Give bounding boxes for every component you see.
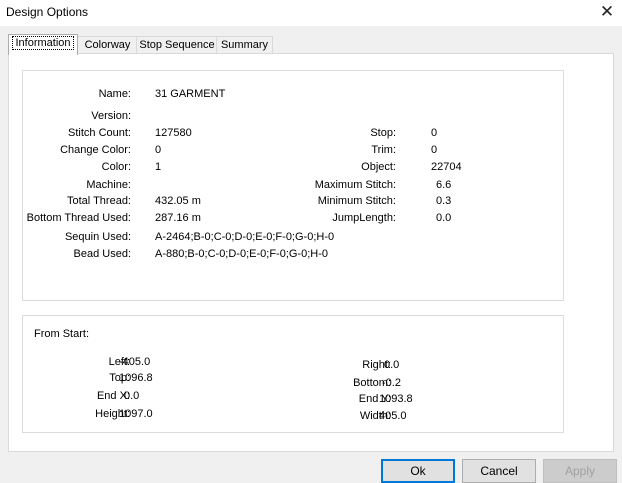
stitch-count-value: 127580: [155, 127, 192, 139]
stop-label: Stop:: [370, 127, 396, 139]
change-color-label: Change Color:: [60, 144, 131, 156]
bottom-thread-label: Bottom Thread Used:: [26, 212, 131, 224]
maximum-stitch-label: Maximum Stitch:: [314, 179, 396, 191]
object-value: 22704: [431, 161, 462, 173]
jump-length-label: JumpLength:: [332, 212, 396, 224]
total-thread-label: Total Thread:: [66, 195, 131, 207]
jump-length-value: 0.0: [436, 212, 452, 224]
bead-used-label: Bead Used:: [73, 248, 131, 260]
machine-label: Machine:: [86, 179, 131, 191]
top-value: 1096.8: [119, 372, 153, 384]
right-value: 0.0: [384, 359, 400, 371]
object-label: Object:: [361, 161, 396, 173]
minimum-stitch-value: 0.3: [436, 195, 452, 207]
design-info-group: Name: 31 GARMENT Version: Stitch Count: …: [22, 70, 564, 301]
apply-button[interactable]: Apply: [543, 459, 617, 483]
tab-stop-sequence[interactable]: Stop Sequence: [136, 36, 218, 54]
trim-label: Trim:: [371, 144, 396, 156]
stitch-count-label: Stitch Count:: [68, 127, 131, 139]
height-value: 1097.0: [119, 408, 153, 420]
ok-button[interactable]: Ok: [381, 459, 455, 483]
cancel-button[interactable]: Cancel: [462, 459, 536, 483]
name-value: 31 GARMENT: [155, 88, 226, 100]
name-label: Name:: [98, 88, 131, 100]
maximum-stitch-value: 6.6: [436, 179, 452, 191]
tab-colorway[interactable]: Colorway: [77, 36, 138, 54]
from-start-title: From Start:: [34, 328, 90, 340]
title-bar: Design Options ✕: [0, 0, 622, 26]
color-label: Color:: [101, 161, 131, 173]
sequin-used-label: Sequin Used:: [64, 231, 131, 243]
bottom-thread-value: 287.16 m: [155, 212, 201, 224]
close-icon[interactable]: ✕: [596, 2, 618, 24]
end-x-value: 0.0: [124, 390, 140, 402]
bottom-value: -0.2: [382, 377, 401, 389]
tab-panel: Name: 31 GARMENT Version: Stitch Count: …: [8, 53, 614, 452]
window-title: Design Options: [6, 5, 89, 19]
sequin-used-value: A-2464;B-0;C-0;D-0;E-0;F-0;G-0;H-0: [155, 231, 335, 243]
total-thread-value: 432.05 m: [155, 195, 201, 207]
width-value: 405.0: [379, 410, 407, 422]
trim-value: 0: [431, 144, 438, 156]
color-value: 1: [155, 161, 162, 173]
left-value: -405.0: [119, 356, 151, 368]
tab-information[interactable]: Information: [8, 34, 78, 55]
end-y-value: 1093.8: [379, 393, 413, 405]
from-start-group: From Start: Left: -405.0 Top: 1096.8 End…: [22, 315, 564, 433]
minimum-stitch-label: Minimum Stitch:: [317, 195, 396, 207]
version-label: Version:: [91, 110, 131, 122]
bead-used-value: A-880;B-0;C-0;D-0;E-0;F-0;G-0;H-0: [155, 248, 328, 260]
stop-value: 0: [431, 127, 438, 139]
tab-summary[interactable]: Summary: [216, 36, 273, 54]
change-color-value: 0: [155, 144, 162, 156]
